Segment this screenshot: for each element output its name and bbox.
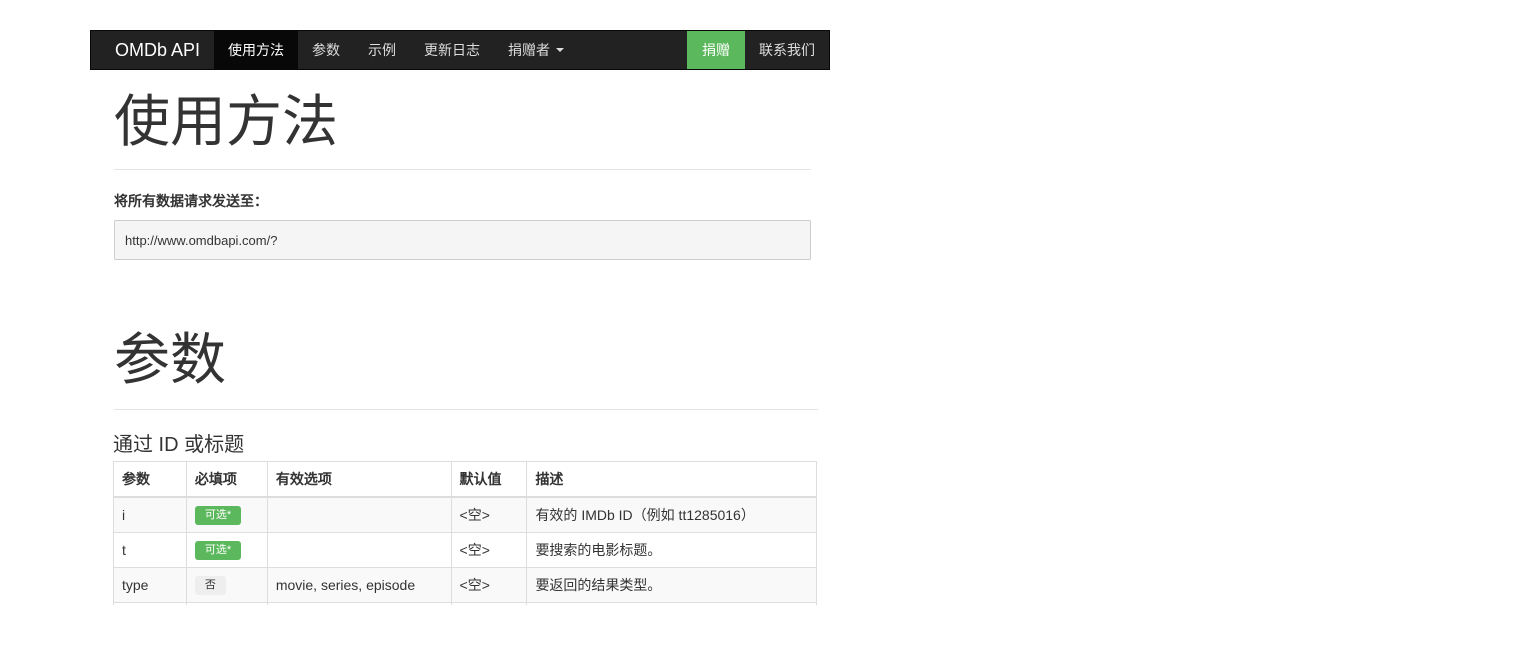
nav-changelog[interactable]: 更新日志 bbox=[410, 31, 494, 69]
cell-default: <空> bbox=[450, 567, 528, 603]
table-row bbox=[113, 602, 817, 605]
nav-donate-button[interactable]: 捐赠 bbox=[687, 31, 745, 69]
nav-contact[interactable]: 联系我们 bbox=[745, 31, 829, 69]
caret-down-icon bbox=[556, 48, 565, 52]
send-requests-label: 将所有数据请求发送至： bbox=[114, 193, 268, 209]
api-url-box: http://www.omdbapi.com/? bbox=[114, 220, 811, 260]
cell-description bbox=[526, 602, 817, 605]
cell-default: <空> bbox=[450, 532, 528, 568]
cell-description: 有效的 IMDb ID（例如 tt1285016） bbox=[526, 496, 817, 533]
required-badge: 可选* bbox=[194, 540, 242, 561]
header-param: 参数 bbox=[113, 461, 187, 498]
nav-examples[interactable]: 示例 bbox=[354, 31, 410, 69]
table-row: i 可选* <空> 有效的 IMDb ID（例如 tt1285016） bbox=[113, 496, 817, 533]
nav-usage[interactable]: 使用方法 bbox=[214, 31, 299, 69]
top-navbar: OMDb API 使用方法 参数 示例 更新日志 捐赠者 捐赠 联系我们 bbox=[90, 30, 830, 70]
cell-param: i bbox=[113, 496, 187, 533]
cell-required: 可选* bbox=[185, 496, 268, 533]
table-header-row: 参数 必填项 有效选项 默认值 描述 bbox=[113, 461, 817, 498]
cell-options: movie, series, episode bbox=[266, 567, 452, 603]
nav-donors-label: 捐赠者 bbox=[508, 42, 551, 58]
header-valid-options: 有效选项 bbox=[266, 461, 452, 498]
cell-required bbox=[185, 602, 268, 605]
cell-options bbox=[266, 602, 452, 605]
table-row: t 可选* <空> 要搜索的电影标题。 bbox=[113, 532, 817, 568]
parameters-divider bbox=[114, 409, 818, 410]
usage-heading: 使用方法 bbox=[114, 90, 338, 153]
parameters-table-container: 参数 必填项 有效选项 默认值 描述 i 可选* <空> 有效的 IMDb ID… bbox=[113, 461, 817, 605]
required-badge: 可选* bbox=[194, 505, 242, 526]
cell-required: 否 bbox=[185, 567, 268, 603]
header-required: 必填项 bbox=[185, 461, 268, 498]
cell-default bbox=[450, 602, 528, 605]
nav-donors-dropdown[interactable]: 捐赠者 bbox=[494, 31, 578, 69]
header-description: 描述 bbox=[526, 461, 817, 498]
usage-divider bbox=[114, 169, 811, 170]
parameters-table: 参数 必填项 有效选项 默认值 描述 i 可选* <空> 有效的 IMDb ID… bbox=[113, 461, 817, 605]
brand-link[interactable]: OMDb API bbox=[91, 31, 214, 69]
cell-param bbox=[113, 602, 187, 605]
by-id-or-title-heading: 通过 ID 或标题 bbox=[113, 434, 245, 456]
header-default: 默认值 bbox=[450, 461, 528, 498]
cell-required: 可选* bbox=[185, 532, 268, 568]
nav-parameters[interactable]: 参数 bbox=[298, 31, 354, 69]
cell-param: type bbox=[113, 567, 187, 603]
cell-param: t bbox=[113, 532, 187, 568]
cell-options bbox=[266, 532, 452, 568]
cell-default: <空> bbox=[450, 496, 528, 533]
table-row: type 否 movie, series, episode <空> 要返回的结果… bbox=[113, 567, 817, 603]
cell-description: 要返回的结果类型。 bbox=[526, 567, 817, 603]
cell-description: 要搜索的电影标题。 bbox=[526, 532, 817, 568]
cell-options bbox=[266, 496, 452, 533]
required-badge: 否 bbox=[194, 575, 226, 596]
parameters-heading: 参数 bbox=[114, 328, 226, 391]
